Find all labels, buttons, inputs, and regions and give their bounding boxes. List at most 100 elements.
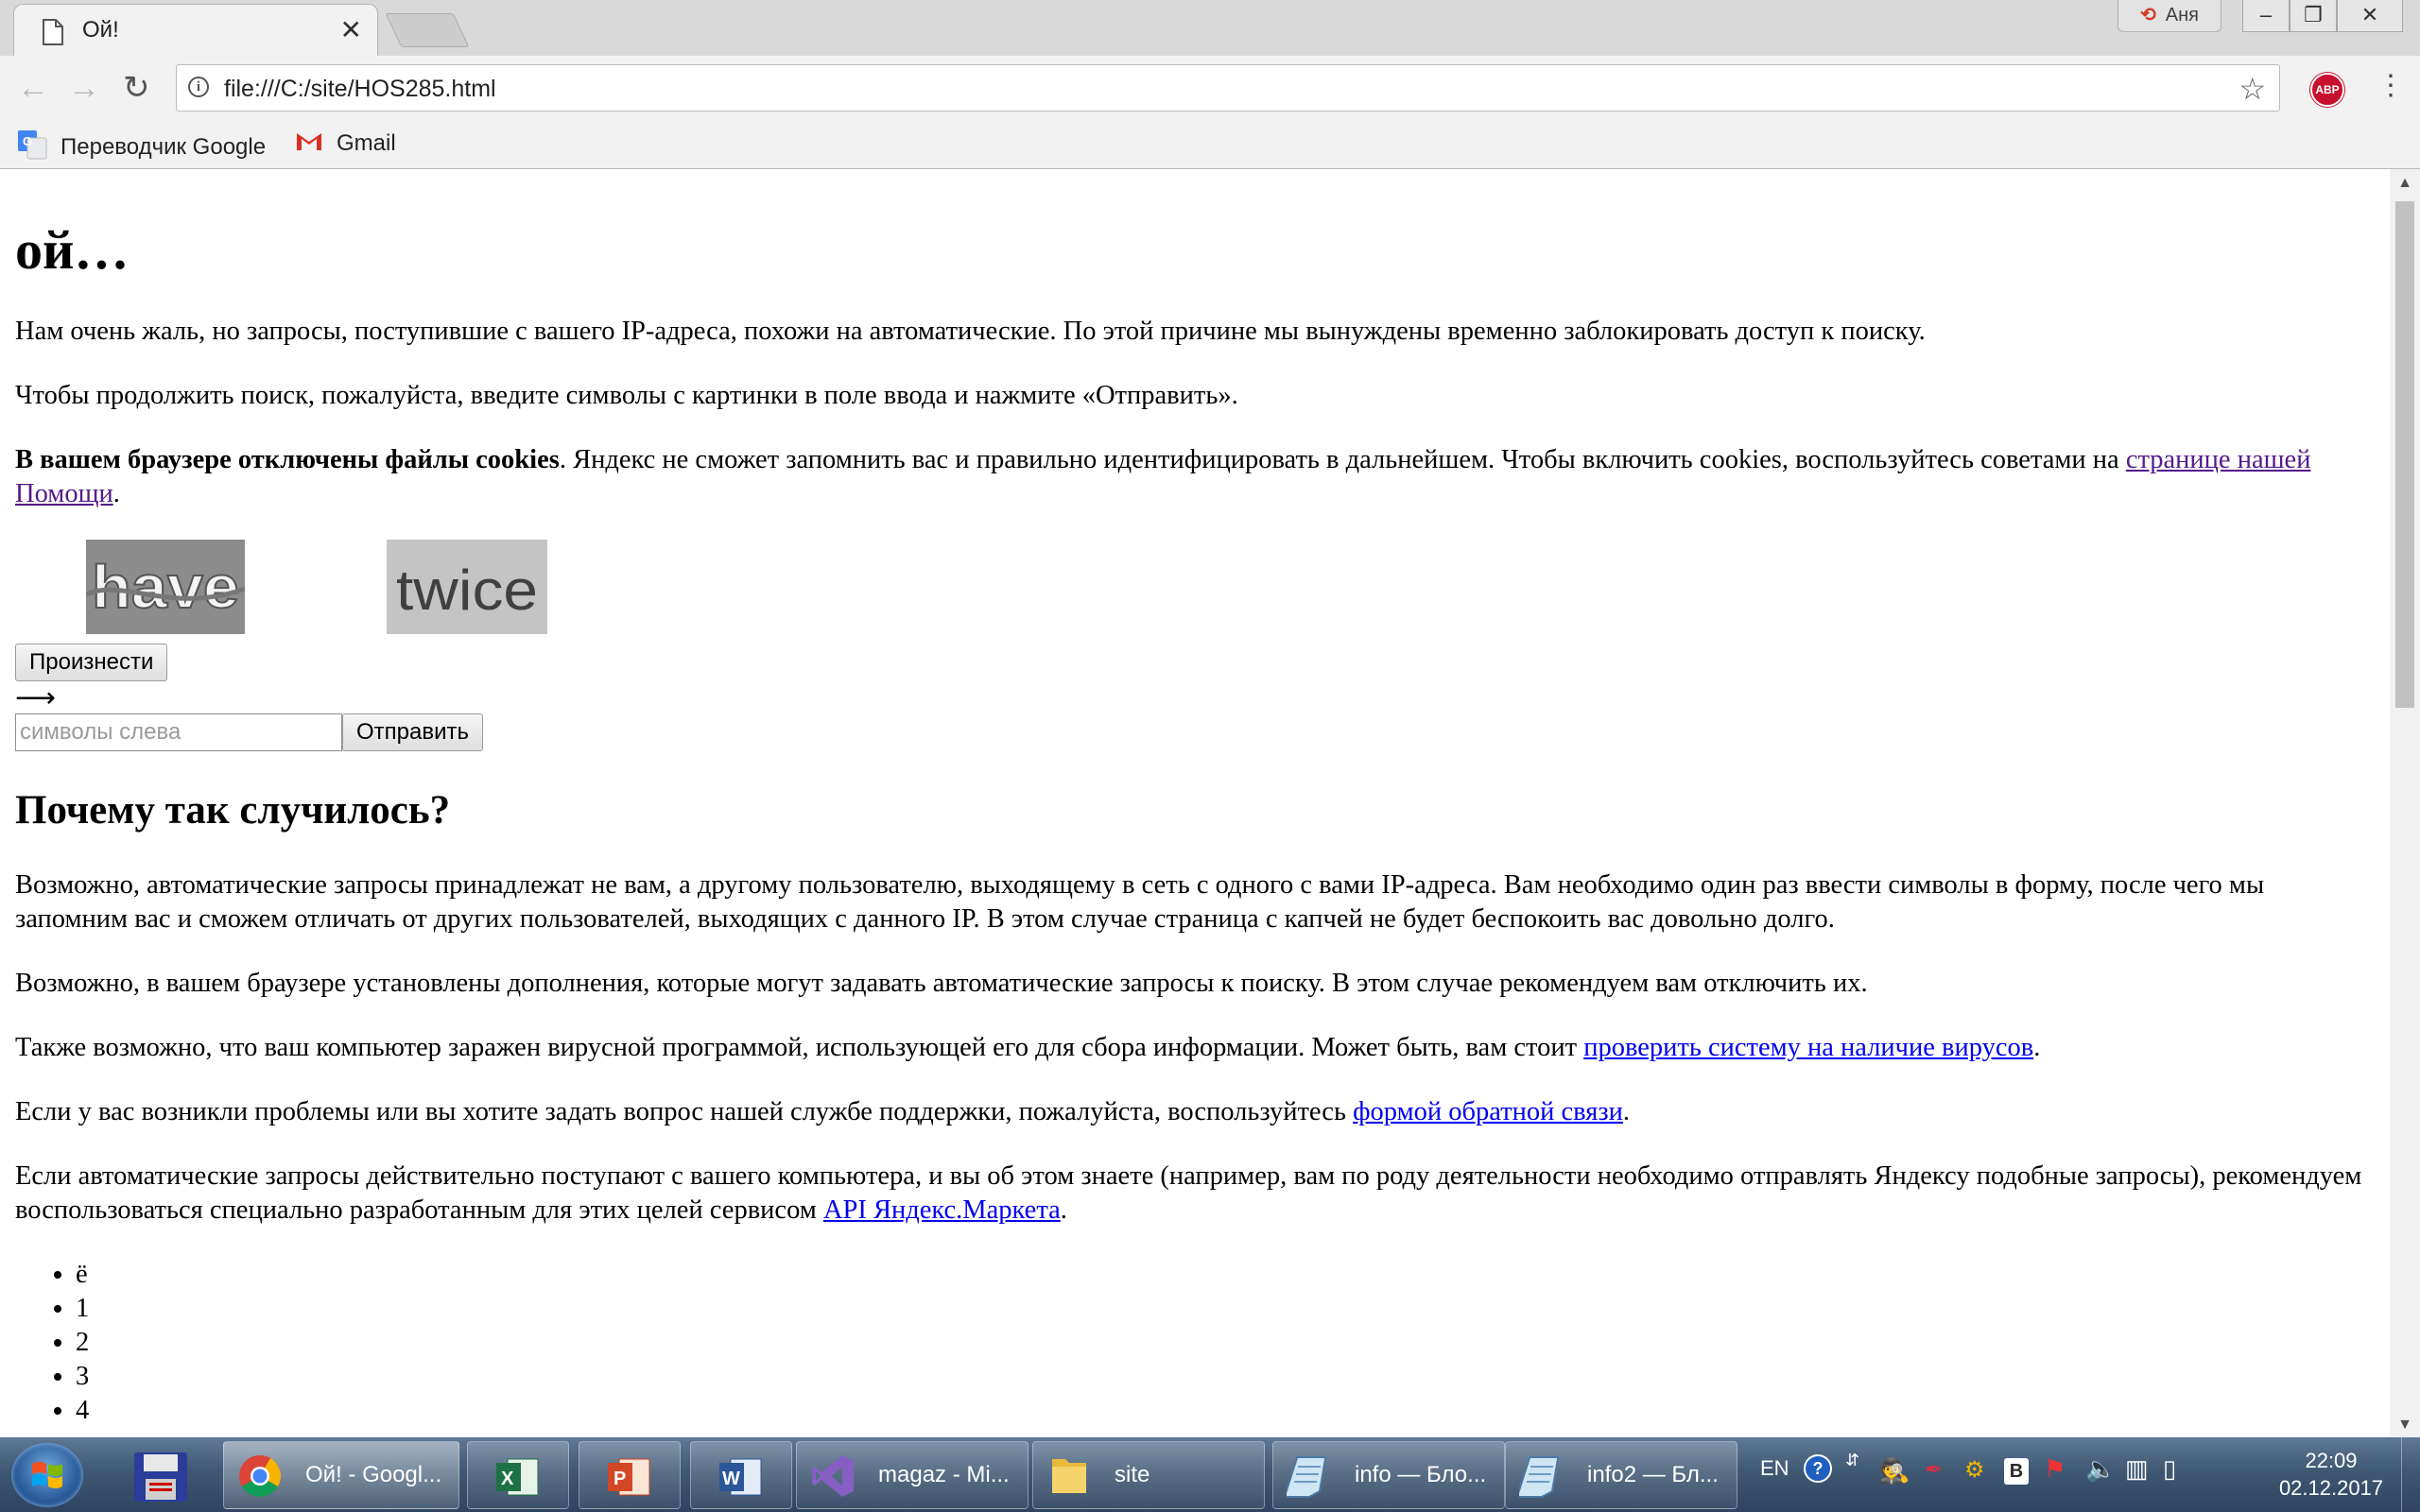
network-tool-icon[interactable]: ⚙ bbox=[1964, 1456, 1985, 1484]
address-bar[interactable]: i file:///C:/site/HOS285.html ☆ bbox=[176, 64, 2280, 112]
minimize-button[interactable]: – bbox=[2242, 0, 2290, 32]
vertical-scrollbar[interactable]: ▲ ▼ bbox=[2390, 169, 2420, 1437]
svg-text:X: X bbox=[501, 1469, 514, 1489]
taskbar-item-visual-studio[interactable]: magaz - Mi... bbox=[796, 1441, 1028, 1509]
profile-name: Аня bbox=[2165, 5, 2199, 26]
tab-active[interactable]: Ой! ✕ bbox=[13, 4, 378, 56]
page-content: ой… Нам очень жаль, но запросы, поступив… bbox=[15, 169, 2369, 1428]
captcha-image-clear: twice bbox=[387, 540, 547, 634]
adblock-plus-icon[interactable]: ABP bbox=[2310, 73, 2344, 107]
tray-expand-icon[interactable]: ⇵ bbox=[1845, 1451, 1859, 1470]
scroll-thumb[interactable] bbox=[2395, 201, 2414, 708]
clock-date: 02.12.2017 bbox=[2278, 1476, 2384, 1500]
reload-icon[interactable]: ↻ bbox=[123, 69, 150, 107]
why-paragraph-3: Также возможно, что ваш компьютер зараже… bbox=[15, 1033, 2041, 1062]
clock[interactable]: 22:09 02.12.2017 bbox=[2265, 1447, 2397, 1502]
list-item: ё bbox=[76, 1258, 2369, 1292]
action-center-flag-icon[interactable]: ⚑ bbox=[2044, 1454, 2066, 1484]
volume-icon[interactable]: 🔈 bbox=[2085, 1454, 2116, 1484]
taskbar-item-notepad-info[interactable]: info — Бло... bbox=[1272, 1441, 1505, 1509]
bookmark-label: Gmail bbox=[337, 129, 396, 156]
why-paragraph-2: Возможно, в вашем браузере установлены д… bbox=[15, 969, 1868, 998]
captcha-input[interactable] bbox=[15, 713, 342, 751]
bookmark-gmail[interactable]: Gmail bbox=[295, 129, 396, 159]
market-api-link[interactable]: API Яндекс.Маркета bbox=[823, 1195, 1061, 1225]
start-button[interactable] bbox=[11, 1443, 83, 1507]
browser-toolbar: ← → ↻ i file:///C:/site/HOS285.html ☆ AB… bbox=[0, 56, 2420, 120]
windows-taskbar: Ой! - Googl... X P W magaz - Mi... site … bbox=[0, 1437, 2420, 1512]
show-desktop-button[interactable] bbox=[2401, 1437, 2420, 1512]
list-item: 3 bbox=[76, 1360, 2369, 1394]
taskbar-label: site bbox=[1115, 1462, 1150, 1487]
captcha-form: Отправить bbox=[15, 712, 2369, 753]
bookmarks-bar: G Переводчик Google Gmail bbox=[0, 120, 2420, 169]
tab-close-icon[interactable]: ✕ bbox=[340, 14, 362, 45]
taskbar-label: magaz - Mi... bbox=[878, 1462, 1010, 1487]
list-item: 4 bbox=[76, 1394, 2369, 1428]
virus-check-link[interactable]: проверить систему на наличие вирусов bbox=[1583, 1033, 2033, 1062]
taskbar-item-powerpoint[interactable]: P bbox=[579, 1441, 681, 1509]
why-heading: Почему так случилось? bbox=[15, 788, 451, 833]
scroll-up-icon[interactable]: ▲ bbox=[2390, 175, 2420, 192]
svg-text:P: P bbox=[614, 1469, 626, 1489]
excel-icon: X bbox=[494, 1453, 540, 1499]
back-icon[interactable]: ← bbox=[17, 69, 49, 107]
battery-icon[interactable]: ▯ bbox=[2163, 1454, 2176, 1484]
feather-icon[interactable]: ✒ bbox=[1925, 1456, 1944, 1484]
visual-studio-icon bbox=[810, 1453, 856, 1499]
browser-menu-icon[interactable]: ⋮ bbox=[2377, 69, 2405, 102]
scroll-down-icon[interactable]: ▼ bbox=[2390, 1417, 2420, 1434]
powerpoint-icon: P bbox=[606, 1453, 651, 1499]
taskbar-item-explorer[interactable]: site bbox=[1032, 1441, 1265, 1509]
restore-button[interactable]: ❐ bbox=[2290, 0, 2337, 32]
site-info-icon[interactable]: i bbox=[188, 77, 209, 97]
why-paragraph-5: Если автоматические запросы действительн… bbox=[15, 1161, 2362, 1225]
cookies-paragraph: В вашем браузере отключены файлы cookies… bbox=[15, 445, 2311, 508]
why-paragraph-1: Возможно, автоматические запросы принадл… bbox=[15, 870, 2265, 934]
taskbar-item-chrome[interactable]: Ой! - Googl... bbox=[223, 1441, 459, 1509]
b-app-icon[interactable]: B bbox=[2004, 1458, 2029, 1485]
notepad-icon bbox=[1283, 1453, 1332, 1499]
submit-button[interactable]: Отправить bbox=[342, 713, 484, 751]
forward-icon[interactable]: → bbox=[68, 69, 100, 107]
profile-button[interactable]: ⟲ Аня bbox=[2118, 0, 2221, 32]
google-translate-icon: G bbox=[17, 129, 47, 166]
bookmark-google-translate[interactable]: G Переводчик Google bbox=[17, 129, 266, 166]
network-icon[interactable]: ▥ bbox=[2125, 1454, 2149, 1484]
word-icon: W bbox=[717, 1453, 763, 1499]
taskbar-label: Ой! - Googl... bbox=[305, 1462, 442, 1487]
close-window-button[interactable]: ✕ bbox=[2337, 0, 2403, 32]
taskbar-item-notepad-info2[interactable]: info2 — Бл... bbox=[1505, 1441, 1737, 1509]
taskbar-item-word[interactable]: W bbox=[690, 1441, 792, 1509]
clock-time: 22:09 bbox=[2305, 1449, 2358, 1472]
taskbar-item-excel[interactable]: X bbox=[467, 1441, 569, 1509]
url-text[interactable]: file:///C:/site/HOS285.html bbox=[224, 76, 496, 103]
notepad-icon bbox=[1515, 1453, 1564, 1499]
captcha-image-distorted: have bbox=[84, 540, 246, 634]
taskbar-label: info — Бло... bbox=[1355, 1462, 1487, 1487]
language-indicator[interactable]: EN bbox=[1760, 1456, 1789, 1481]
save-disk-icon[interactable] bbox=[132, 1451, 189, 1503]
tab-title: Ой! bbox=[82, 17, 119, 43]
page-title: ой… bbox=[15, 219, 130, 281]
bookmark-star-icon[interactable]: ☆ bbox=[2238, 71, 2266, 107]
intro-paragraph: Нам очень жаль, но запросы, поступившие … bbox=[15, 317, 1926, 346]
bullet-list: ё 1 2 3 4 bbox=[15, 1258, 2369, 1428]
new-tab-button[interactable] bbox=[385, 13, 470, 47]
arrow-icon: ⟶ bbox=[15, 682, 57, 713]
help-icon[interactable]: ? bbox=[1804, 1454, 1832, 1483]
cookies-warning: В вашем браузере отключены файлы cookies bbox=[15, 445, 560, 474]
tab-strip: Ой! ✕ ⟲ Аня – ❐ ✕ bbox=[0, 0, 2420, 56]
captcha-word-1: have bbox=[92, 553, 239, 621]
list-item: 2 bbox=[76, 1326, 2369, 1360]
why-paragraph-4: Если у вас возникли проблемы или вы хоти… bbox=[15, 1097, 1630, 1126]
speak-button[interactable]: Произнести bbox=[15, 644, 168, 681]
feedback-form-link[interactable]: формой обратной связи bbox=[1353, 1097, 1623, 1126]
gmail-icon bbox=[295, 129, 323, 159]
spy-icon[interactable]: 🕵 bbox=[1879, 1456, 1910, 1486]
folder-icon bbox=[1046, 1453, 1092, 1499]
page-viewport: ой… Нам очень жаль, но запросы, поступив… bbox=[0, 169, 2390, 1437]
taskbar-label: info2 — Бл... bbox=[1587, 1462, 1719, 1487]
captcha-images: have twice bbox=[15, 540, 2369, 634]
cookies-text: . Яндекс не сможет запомнить вас и прави… bbox=[559, 445, 2126, 474]
